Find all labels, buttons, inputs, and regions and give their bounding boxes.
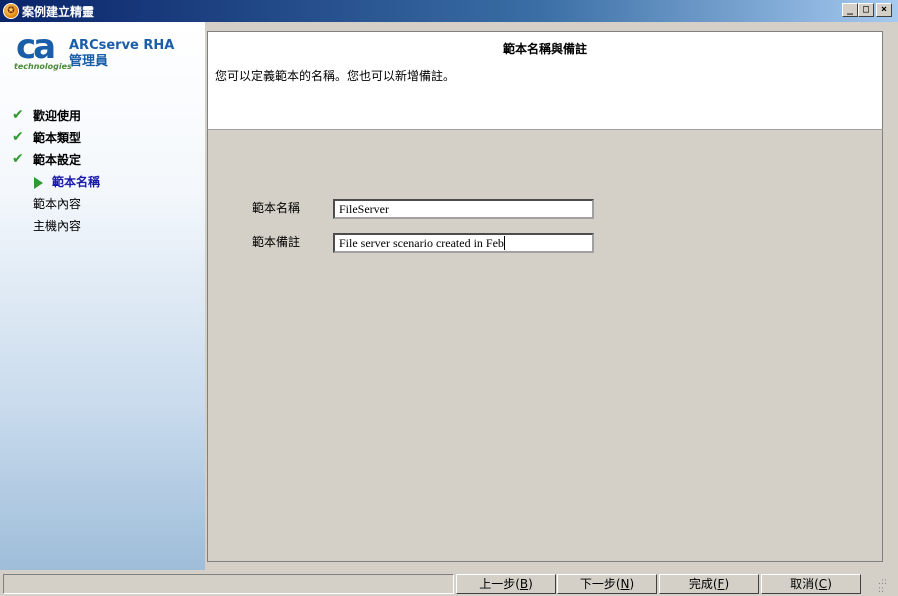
title-bar[interactable]: ✪ 案例建立精靈 _ □ × — [0, 0, 898, 22]
close-button[interactable]: × — [876, 3, 892, 17]
next-button-label: 下一步( — [579, 577, 621, 591]
step-welcome: ✔ 歡迎使用 — [0, 106, 205, 126]
cancel-button[interactable]: 取消(C) — [761, 574, 861, 594]
page-description: 您可以定義範本的名稱。您也可以新增備註。 — [215, 69, 456, 83]
product-name-line2: 管理員 — [69, 54, 109, 69]
page-title: 範本名稱與備註 — [502, 42, 587, 56]
product-name-line1: ARCserve RHA — [69, 38, 175, 53]
step-label: 歡迎使用 — [33, 109, 82, 123]
step-label: 範本設定 — [33, 153, 82, 167]
cancel-button-label-end: ) — [827, 577, 832, 591]
step-label: 範本類型 — [33, 131, 82, 145]
app-icon: ✪ — [3, 3, 19, 19]
finish-button[interactable]: 完成(F) — [659, 574, 759, 594]
step-template-type: ✔ 範本類型 — [0, 128, 205, 148]
checkmark-icon: ✔ — [12, 107, 24, 123]
text-cursor: ​ — [503, 236, 505, 250]
checkmark-icon: ✔ — [12, 151, 24, 167]
current-step-arrow-icon — [34, 177, 43, 189]
next-button-label-end: ) — [629, 577, 635, 591]
ca-logo: ca technologies — [14, 27, 72, 72]
back-button-label: 上一步( — [479, 577, 520, 591]
resize-grip-icon[interactable]: .:::: — [878, 578, 894, 595]
next-button[interactable]: 下一步(N) — [557, 574, 657, 594]
step-label: 範本名稱 — [52, 175, 101, 189]
step-template-name: 範本名稱 — [0, 172, 205, 192]
step-header: 範本名稱與備註 您可以定義範本的名稱。您也可以新增備註。 — [207, 31, 883, 130]
finish-button-label-end: ) — [724, 577, 730, 591]
back-button-label-end: ) — [528, 577, 533, 591]
wizard-footer: 上一步(B) 下一步(N) 完成(F) 取消(C) .:::: — [0, 572, 898, 596]
template-comment-value: File server scenario created in Feb — [339, 236, 504, 250]
template-name-input[interactable]: FileServer — [333, 199, 594, 219]
step-host-content: 主機內容 — [0, 216, 205, 236]
logo-text: ca — [16, 27, 56, 67]
step-label: 範本內容 — [33, 197, 82, 211]
back-button[interactable]: 上一步(B) — [456, 574, 556, 594]
back-button-accesskey: B — [519, 577, 529, 591]
form-panel: 範本名稱 FileServer 範本備註 File server scenari… — [207, 130, 883, 562]
status-bar — [3, 574, 454, 594]
wizard-sidebar: ca technologies ARCserve RHA 管理員 ✔ 歡迎使用 … — [0, 22, 205, 570]
product-name: ARCserve RHA 管理員 — [69, 38, 174, 70]
window-title: 案例建立精靈 — [22, 5, 95, 19]
step-template-content: 範本內容 — [0, 194, 205, 214]
step-template-settings: ✔ 範本設定 — [0, 150, 205, 170]
template-name-label: 範本名稱 — [252, 201, 301, 215]
checkmark-icon: ✔ — [12, 129, 24, 145]
step-label: 主機內容 — [33, 219, 82, 233]
maximize-button[interactable]: □ — [858, 3, 874, 17]
minimize-button[interactable]: _ — [842, 3, 858, 17]
logo-subtext: technologies — [14, 62, 72, 71]
cancel-button-accesskey: C — [818, 577, 828, 591]
finish-button-label: 完成( — [688, 577, 718, 591]
template-comment-label: 範本備註 — [252, 235, 301, 249]
template-comment-input[interactable]: File server scenario created in Feb​ — [333, 233, 594, 253]
cancel-button-label: 取消( — [790, 577, 819, 591]
